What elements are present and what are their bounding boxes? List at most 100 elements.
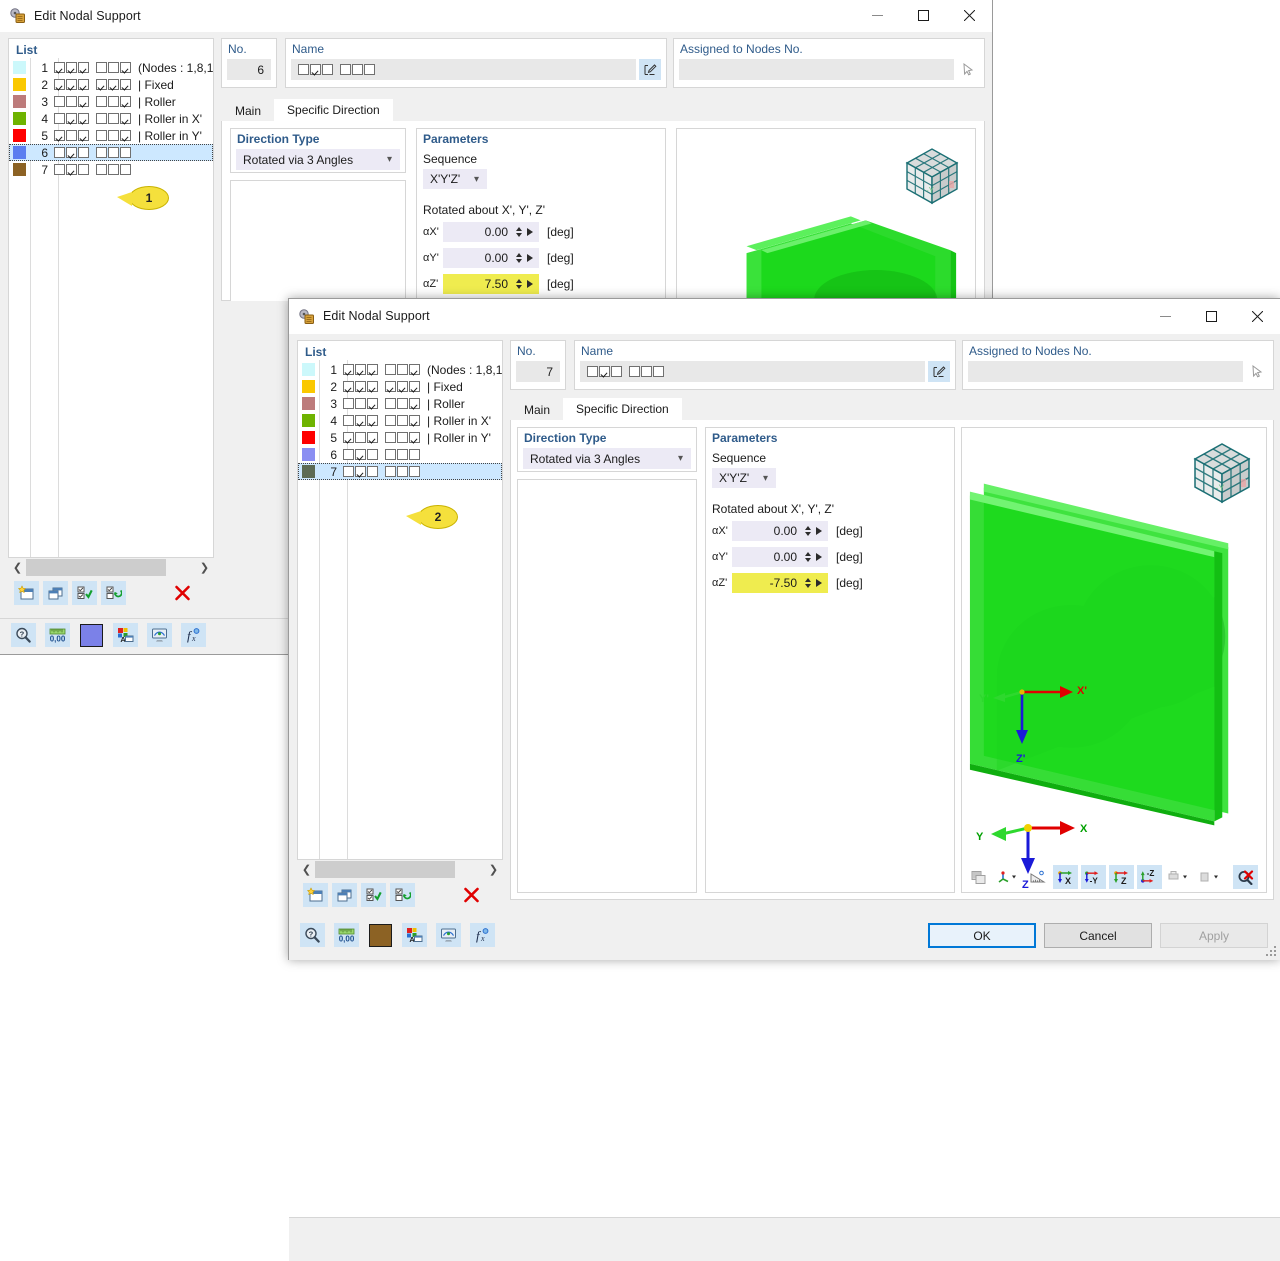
list-checkbox[interactable]: [78, 164, 89, 175]
list-checkbox[interactable]: [397, 364, 408, 375]
spinner-play-icon[interactable]: [816, 553, 822, 561]
resize-grip[interactable]: [1266, 946, 1278, 958]
list-item[interactable]: 6: [298, 446, 502, 463]
list-checkbox[interactable]: [409, 466, 420, 477]
spinner-play-icon[interactable]: [816, 579, 822, 587]
list-checkbox[interactable]: [397, 398, 408, 409]
display-properties-icon[interactable]: A: [402, 923, 427, 947]
formula-icon[interactable]: f x: [470, 923, 495, 947]
list-checkbox[interactable]: [78, 113, 89, 124]
apply-button[interactable]: Apply: [1160, 923, 1268, 948]
name-input-2[interactable]: [580, 361, 925, 382]
list-checkbox[interactable]: [355, 466, 366, 477]
copy-support-icon[interactable]: [332, 883, 357, 907]
list-item[interactable]: 1 (Nodes : 1,8,11) | F: [9, 59, 213, 76]
angle-spinbox[interactable]: 0.00: [732, 547, 828, 567]
spinner-play-icon[interactable]: [527, 280, 533, 288]
scroll-track-2[interactable]: [315, 861, 485, 878]
help-search-icon[interactable]: ?: [11, 623, 36, 647]
list-item[interactable]: 6: [9, 144, 213, 161]
copy-support-icon[interactable]: [43, 581, 68, 605]
list-checkbox[interactable]: [66, 147, 77, 158]
list-checkbox[interactable]: [96, 147, 107, 158]
list-checkbox[interactable]: [108, 79, 119, 90]
dialog-buttons-2[interactable]: OK Cancel Apply: [928, 923, 1268, 948]
list-checkbox[interactable]: [120, 113, 131, 124]
list-checkbox[interactable]: [54, 164, 65, 175]
new-support-icon[interactable]: [14, 581, 39, 605]
list-checkbox[interactable]: [108, 164, 119, 175]
list-checkbox[interactable]: [66, 79, 77, 90]
angle-spinbox[interactable]: 0.00: [732, 521, 828, 541]
spinner-play-icon[interactable]: [527, 228, 533, 236]
delete-icon[interactable]: [459, 883, 484, 907]
list-checkbox[interactable]: [54, 130, 65, 141]
list-toolbar-1[interactable]: [14, 581, 195, 605]
list-checkbox[interactable]: [367, 466, 378, 477]
dialog-1-titlebar[interactable]: Edit Nodal Support: [0, 0, 992, 32]
list-item[interactable]: 2 | Fixed: [9, 76, 213, 93]
list-checkbox[interactable]: [120, 96, 131, 107]
list-checkbox[interactable]: [54, 147, 65, 158]
scroll-right-icon[interactable]: ❯: [196, 559, 213, 576]
list-checkbox[interactable]: [409, 381, 420, 392]
angle-rows-1[interactable]: αX' 0.00 [deg] αY' 0.00 [deg] αZ' 7.50 [deg]: [417, 222, 665, 294]
angle-rows-2[interactable]: αX' 0.00 [deg] αY' 0.00 [deg] αZ' -7.50 [deg]: [706, 521, 954, 593]
sequence-combo-1[interactable]: X'Y'Z' ▾: [423, 169, 487, 189]
list-checkbox[interactable]: [355, 364, 366, 375]
list-checkbox[interactable]: [108, 62, 119, 73]
tabs-2-strip[interactable]: Main Specific Direction: [511, 398, 682, 420]
bottom-toolbar-1[interactable]: ? 0,00 A f x: [11, 623, 206, 647]
display-properties-icon[interactable]: A: [113, 623, 138, 647]
list-checkbox[interactable]: [343, 381, 354, 392]
edit-pencil-icon[interactable]: [928, 361, 950, 382]
spinner-arrows-icon[interactable]: [513, 227, 524, 237]
view-minus-y-icon[interactable]: -Y: [1081, 865, 1106, 889]
list-checkbox[interactable]: [355, 381, 366, 392]
minimize-icon[interactable]: [854, 0, 900, 31]
ok-button[interactable]: OK: [928, 923, 1036, 948]
formula-icon[interactable]: f x: [181, 623, 206, 647]
model-dropdown-icon[interactable]: [1196, 865, 1224, 889]
minimize-icon[interactable]: [1142, 299, 1188, 333]
list-item[interactable]: 1 (Nodes : 1,8,11) | F: [298, 361, 502, 378]
spinner-play-icon[interactable]: [527, 254, 533, 262]
list-checkbox[interactable]: [343, 432, 354, 443]
list-toolbar-2[interactable]: [303, 883, 484, 907]
render-mode-icon[interactable]: [966, 865, 991, 889]
spinner-arrows-icon[interactable]: [802, 552, 813, 562]
viewport-1[interactable]: -Y: [676, 128, 976, 301]
tab-main-2[interactable]: Main: [511, 399, 564, 420]
angle-spinbox[interactable]: 0.00: [443, 222, 539, 242]
color-swatch-icon[interactable]: [368, 923, 393, 947]
list-checkbox[interactable]: [96, 62, 107, 73]
bottom-toolbar-2[interactable]: ? 0,00 A f x: [300, 923, 495, 947]
tabs-1[interactable]: Main Specific Direction: [222, 99, 393, 121]
list-checkbox[interactable]: [409, 449, 420, 460]
pick-cursor-icon[interactable]: [1246, 361, 1268, 382]
list-checkbox[interactable]: [66, 62, 77, 73]
close-icon[interactable]: [946, 0, 992, 31]
assigned-input-2[interactable]: [968, 361, 1243, 382]
new-support-icon[interactable]: [303, 883, 328, 907]
list-checkbox[interactable]: [120, 164, 131, 175]
nav-cube-icon[interactable]: -Y: [899, 145, 965, 207]
tab-main-1[interactable]: Main: [222, 100, 275, 121]
list-checkbox[interactable]: [409, 398, 420, 409]
list-checkbox[interactable]: [367, 432, 378, 443]
list-checkbox[interactable]: [355, 449, 366, 460]
list-checkbox[interactable]: [96, 130, 107, 141]
list-checkbox[interactable]: [385, 381, 396, 392]
maximize-icon[interactable]: [900, 0, 946, 31]
spinner-arrows-icon[interactable]: [513, 253, 524, 263]
delete-icon[interactable]: [170, 581, 195, 605]
list-checkbox[interactable]: [54, 96, 65, 107]
list-checkbox[interactable]: [120, 130, 131, 141]
spinner-arrows-icon[interactable]: [513, 279, 524, 289]
list-checkbox[interactable]: [78, 147, 89, 158]
list-item[interactable]: 4 | Roller in X': [9, 110, 213, 127]
list-rows-1[interactable]: 1 (Nodes : 1,8,11) | F 2 | Fixed 3 | Roller 4 |…: [9, 59, 213, 178]
list-rows-2[interactable]: 1 (Nodes : 1,8,11) | F 2 | Fixed 3 | Roller 4 |…: [298, 361, 502, 480]
color-swatch-icon[interactable]: [79, 623, 104, 647]
list-item[interactable]: 5 | Roller in Y': [9, 127, 213, 144]
